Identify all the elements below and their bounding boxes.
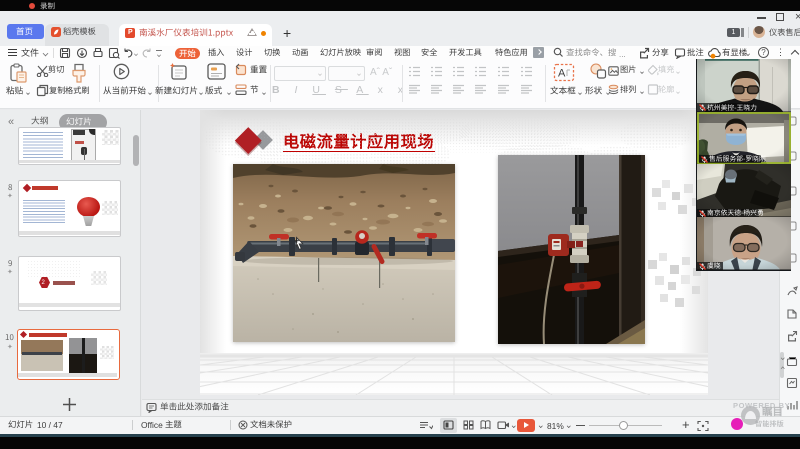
svg-text:A: A xyxy=(558,68,566,80)
